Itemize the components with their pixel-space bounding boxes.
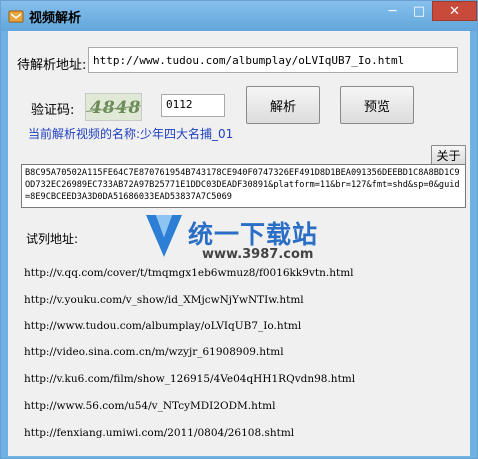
example-url: http://www.56.com/u54/v_NTcyMDI2ODM.html xyxy=(24,400,276,412)
examples-label: 试列地址: xyxy=(26,232,79,246)
watermark: 统一下载站 www.3987.com xyxy=(144,211,344,271)
maximize-button[interactable]: □ xyxy=(406,1,432,21)
about-button[interactable]: 关于 xyxy=(431,145,466,165)
example-url: http://v.youku.com/v_show/id_XMjcwNjYwNT… xyxy=(24,294,304,306)
close-button[interactable]: ✕ xyxy=(432,1,477,21)
example-url: http://www.tudou.com/albumplay/oLVIqUB7_… xyxy=(24,320,302,332)
example-url: http://fenxiang.umiwi.com/2011/0804/2610… xyxy=(24,427,295,439)
preview-button[interactable]: 预览 xyxy=(340,86,414,124)
captcha-label: 验证码: xyxy=(31,103,75,118)
current-video: 当前解析视频的名称:少年四大名捕_01 xyxy=(28,125,233,142)
watermark-url: www.3987.com xyxy=(202,247,314,262)
captcha-input[interactable]: 0112 xyxy=(161,94,225,117)
captcha-image[interactable]: 4848 xyxy=(85,93,142,121)
app-icon xyxy=(8,10,24,23)
url-input[interactable]: http://www.tudou.com/albumplay/oLVIqUB7_… xyxy=(88,47,458,73)
watermark-logo-icon xyxy=(146,215,182,257)
app-window: 视频解析 ─ □ ✕ 待解析地址: http://www.tudou.com/a… xyxy=(0,0,478,459)
result-textbox[interactable]: B8C95A70502A115FE64C7E870761954B743178CE… xyxy=(21,164,466,208)
client-area: 待解析地址: http://www.tudou.com/albumplay/oL… xyxy=(8,31,470,456)
example-url: http://v.qq.com/cover/t/tmqmgx1eb6wmuz8/… xyxy=(24,267,354,279)
watermark-text: 统一下载站 xyxy=(188,220,319,249)
titlebar[interactable]: 视频解析 ─ □ ✕ xyxy=(1,1,477,31)
current-video-label: 当前解析视频的名称: xyxy=(28,127,141,141)
url-label: 待解析地址: xyxy=(17,58,87,73)
parse-button[interactable]: 解析 xyxy=(246,86,320,124)
example-url: http://video.sina.com.cn/m/wzyjr_6190890… xyxy=(24,346,284,358)
current-video-name: 少年四大名捕_01 xyxy=(140,127,234,141)
window-title: 视频解析 xyxy=(29,11,82,26)
minimize-button[interactable]: ─ xyxy=(379,1,406,21)
example-url: http://v.ku6.com/film/show_126915/4Ve04q… xyxy=(24,373,356,385)
